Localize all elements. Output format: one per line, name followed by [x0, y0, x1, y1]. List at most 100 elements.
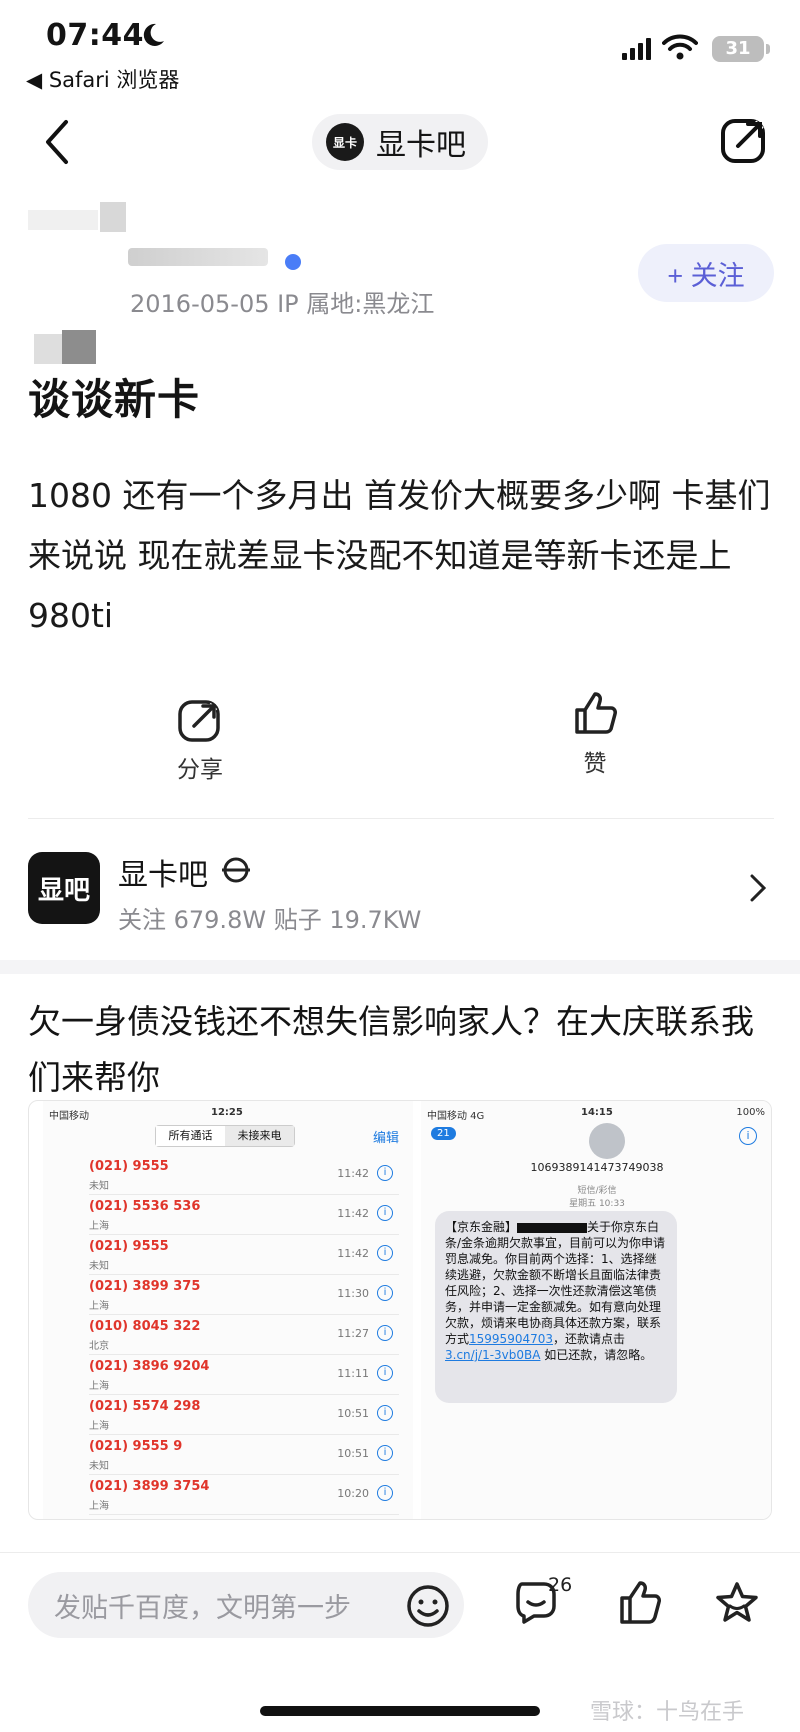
- info-icon: i: [377, 1245, 393, 1261]
- sms-phone-link: 15995904703: [469, 1332, 553, 1346]
- share-action[interactable]: 分享: [160, 696, 240, 784]
- signal-icon: [622, 38, 651, 60]
- avatar-blur: [34, 334, 62, 364]
- home-indicator[interactable]: [260, 1706, 540, 1716]
- call-loc: 上海: [89, 1301, 109, 1312]
- info-icon: i: [377, 1445, 393, 1461]
- info-icon: i: [377, 1165, 393, 1181]
- sms-body: 关于你京东白条/金条逾期欠款事宜，目前可以为你申请罚息减免。你目前两个选择：1、…: [445, 1220, 666, 1346]
- emoji-icon[interactable]: [406, 1584, 450, 1628]
- back-count-badge: 21: [431, 1127, 456, 1140]
- call-filter-segment: 所有通话 未接来电: [155, 1125, 295, 1147]
- call-log-row: (021) 9555 未知 11:42 i: [89, 1155, 399, 1195]
- tab-missed-calls: 未接来电: [225, 1126, 294, 1146]
- sms-meta-date: 星期五 10:33: [569, 1199, 625, 1209]
- call-loc: 上海: [89, 1381, 109, 1392]
- call-num: (021) 9555: [89, 1159, 169, 1174]
- contact-avatar: [589, 1123, 625, 1159]
- info-icon: i: [739, 1127, 757, 1145]
- call-time: 11:27: [337, 1327, 369, 1340]
- back-to-safari-link[interactable]: ◀ Safari 浏览器: [26, 64, 179, 94]
- forum-logo[interactable]: 显吧: [28, 852, 100, 924]
- call-log-row: (021) 9555 未知 11:42 i: [89, 1235, 399, 1275]
- call-num: (021) 9555 9: [89, 1439, 183, 1454]
- call-loc: 上海: [89, 1421, 109, 1432]
- sms-meta: 短信/彩信 星期五 10:33: [421, 1185, 771, 1211]
- sms-head: 【京东金融】: [445, 1220, 518, 1234]
- author-name-blurred[interactable]: [128, 248, 268, 266]
- info-icon: i: [377, 1365, 393, 1381]
- call-log-screenshot: 中国移动 12:25 所有通话 未接来电 编辑 (021) 9555 未知 11:4…: [43, 1101, 413, 1519]
- call-time: 10:51: [337, 1407, 369, 1420]
- info-icon: i: [377, 1285, 393, 1301]
- forum-title-pill[interactable]: 显卡 显卡吧: [312, 114, 488, 170]
- call-num: (021) 3896 9204: [89, 1359, 210, 1374]
- share-icon: [178, 700, 220, 742]
- post-body: 1080 还有一个多月出 首发价大概要多少啊 卡基们来说说 现在就差显卡没配不知…: [28, 476, 771, 635]
- verified-icon: [285, 254, 301, 270]
- call-loc: 上海: [89, 1221, 109, 1232]
- sms-meta-type: 短信/彩信: [577, 1186, 617, 1196]
- avatar-blur: [100, 202, 126, 232]
- section-separator: [0, 960, 800, 974]
- level-badge-icon: [222, 857, 250, 883]
- like-label: 赞: [583, 751, 607, 777]
- info-icon: i: [377, 1485, 393, 1501]
- sms-sender: 1069389141473749038: [530, 1161, 664, 1174]
- forum-logo-small: 显卡: [326, 123, 364, 161]
- call-time: 11:42: [337, 1247, 369, 1260]
- info-icon: i: [377, 1325, 393, 1341]
- sms-url-link: 3.cn/j/1-3vb0BA: [445, 1348, 541, 1362]
- redaction-bar: [517, 1222, 588, 1233]
- call-time: 11:11: [337, 1367, 369, 1380]
- call-log-row: (021) 9555 9 未知 10:51 i: [89, 1435, 399, 1475]
- call-num: (021) 5536 536: [89, 1199, 201, 1214]
- call-loc: 未知: [89, 1461, 109, 1472]
- tab-all-calls: 所有通话: [156, 1126, 225, 1146]
- moon-icon: [143, 23, 164, 46]
- ad-image[interactable]: 中国移动 12:25 所有通话 未接来电 编辑 (021) 9555 未知 11:4…: [28, 1100, 772, 1520]
- call-log-row: (021) 3899 375 上海 11:30 i: [89, 1275, 399, 1315]
- sms-bubble: 【京东金融】 关于你京东白条/金条逾期欠款事宜，目前可以为你申请罚息减免。你目前两…: [435, 1211, 677, 1403]
- call-log-row: (021) 3896 9204 上海 11:11 i: [89, 1355, 399, 1395]
- call-time: 11:42: [337, 1207, 369, 1220]
- thumbs-up-icon[interactable]: [618, 1580, 662, 1626]
- ad-title[interactable]: 欠一身债没钱还不想失信影响家人？在大庆联系我们来帮你: [28, 994, 778, 1106]
- status-time: 07:44: [46, 18, 144, 53]
- star-icon[interactable]: [714, 1580, 760, 1626]
- info-icon: i: [377, 1205, 393, 1221]
- divider: [28, 818, 774, 819]
- like-action[interactable]: 赞: [555, 690, 635, 778]
- call-loc: 北京: [89, 1341, 109, 1352]
- forum-title: 显卡吧: [376, 128, 466, 163]
- battery-label: 100%: [736, 1107, 765, 1118]
- reply-input[interactable]: 发贴千百度，文明第一步: [28, 1572, 464, 1638]
- call-loc: 上海: [89, 1501, 109, 1512]
- comment-count: 26: [548, 1574, 573, 1596]
- forum-name[interactable]: 显卡吧: [118, 850, 208, 894]
- call-num: (010) 8045 322: [89, 1319, 201, 1334]
- share-icon[interactable]: [718, 114, 770, 166]
- call-log-row: (021) 5574 298 上海 10:51 i: [89, 1395, 399, 1435]
- call-loc: 未知: [89, 1261, 109, 1272]
- chevron-right-icon[interactable]: [748, 872, 768, 904]
- avatar-blur: [62, 330, 96, 364]
- watermark: 雪球：十鸟在手: [590, 1700, 745, 1725]
- carrier-label: 中国移动: [49, 1111, 89, 1122]
- carrier-label: 中国移动 4G: [427, 1111, 485, 1122]
- back-arrow-icon[interactable]: [40, 118, 72, 166]
- avatar-blur: [28, 210, 98, 230]
- call-time: 10:51: [337, 1447, 369, 1460]
- call-num: (021) 9555: [89, 1239, 169, 1254]
- bottom-divider: [0, 1552, 800, 1553]
- sms-mid: ，还款请点击: [553, 1332, 626, 1346]
- battery-indicator: 31: [712, 36, 764, 62]
- screenshot-time: 12:25: [211, 1107, 243, 1118]
- battery-tip: [766, 44, 770, 54]
- call-loc: 未知: [89, 1181, 109, 1192]
- call-log-row: (021) 3899 3754 上海 10:20 i: [89, 1475, 399, 1515]
- call-time: 11:42: [337, 1167, 369, 1180]
- follow-button[interactable]: + 关注: [638, 244, 774, 302]
- share-label: 分享: [177, 757, 223, 783]
- info-icon: i: [377, 1405, 393, 1421]
